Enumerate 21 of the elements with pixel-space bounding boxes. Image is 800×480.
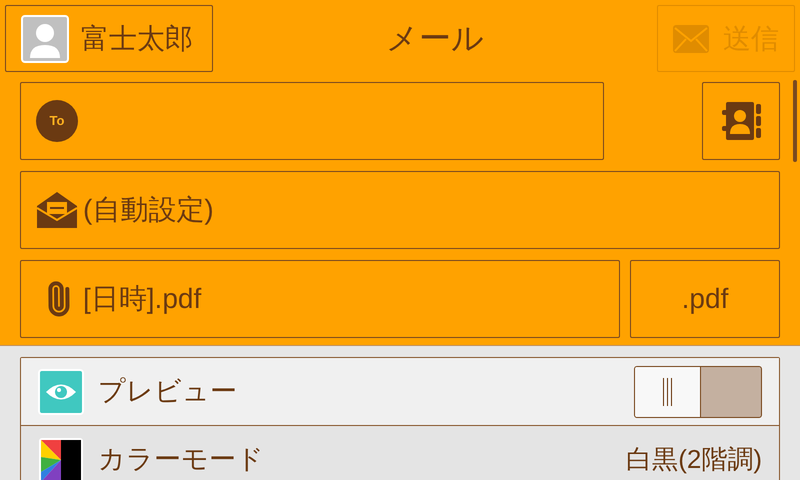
filename-field[interactable]: [日時].pdf [20,260,620,338]
to-field[interactable]: To [20,82,604,160]
filename-value: [日時].pdf [83,282,202,316]
setting-value: 白黒(2階調) [626,443,762,476]
color-mode-icon [38,436,84,480]
envelope-icon [673,24,709,52]
eye-icon [38,368,84,414]
subject-field[interactable]: (自動設定) [20,171,780,249]
setting-row[interactable]: プレビュー [21,358,779,426]
subject-value: (自動設定) [83,193,214,227]
setting-label: プレビュー [98,375,237,408]
file-format-button[interactable]: .pdf [630,260,780,338]
setting-label: カラーモード [98,443,264,476]
to-badge: To [36,100,78,142]
user-button[interactable]: 富士太郎 [5,5,213,72]
address-book-icon [720,100,762,142]
screen-title: メール [385,19,485,58]
preview-toggle[interactable] [634,366,762,418]
avatar-icon [21,14,69,62]
address-book-button[interactable] [702,82,780,160]
open-envelope-icon [35,190,79,230]
